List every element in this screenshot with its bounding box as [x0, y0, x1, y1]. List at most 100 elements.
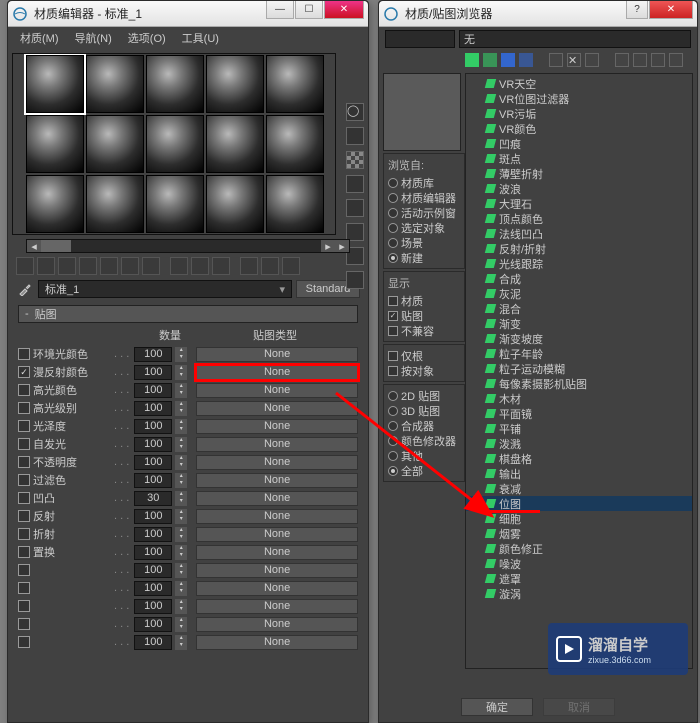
tree-node[interactable]: 漩涡 — [466, 586, 692, 601]
menu-navigation[interactable]: 导航(N) — [69, 28, 118, 48]
browse-from-radio[interactable] — [388, 208, 398, 218]
map-enable-checkbox[interactable] — [18, 366, 30, 378]
spinner-buttons[interactable]: ▴▾ — [175, 599, 187, 614]
map-amount-spinner[interactable]: 100 — [134, 599, 172, 614]
slot[interactable] — [86, 115, 144, 173]
slot[interactable] — [146, 175, 204, 233]
spinner-buttons[interactable]: ▴▾ — [175, 419, 187, 434]
map-enable-checkbox[interactable] — [18, 402, 30, 414]
lib-open-icon[interactable] — [615, 53, 629, 67]
tree-node[interactable]: 渐变坡度 — [466, 331, 692, 346]
map-slot-button[interactable]: None — [196, 563, 358, 578]
update-icon[interactable] — [549, 53, 563, 67]
slot[interactable] — [266, 175, 324, 233]
search-field[interactable]: 无 — [459, 30, 691, 48]
tree-node[interactable]: 顶点颜色 — [466, 211, 692, 226]
spinner-buttons[interactable]: ▴▾ — [175, 455, 187, 470]
show-result-icon[interactable] — [212, 257, 230, 275]
map-enable-checkbox[interactable] — [18, 564, 30, 576]
slot[interactable] — [206, 175, 264, 233]
root-checkbox[interactable] — [388, 351, 398, 361]
tree-node[interactable]: 凹痕 — [466, 136, 692, 151]
map-amount-spinner[interactable]: 30 — [134, 491, 172, 506]
slot[interactable] — [206, 55, 264, 113]
spinner-buttons[interactable]: ▴▾ — [175, 473, 187, 488]
map-slot-button[interactable]: None — [196, 545, 358, 560]
close-button[interactable]: ✕ — [649, 1, 693, 19]
spinner-buttons[interactable]: ▴▾ — [175, 509, 187, 524]
minimize-button[interactable]: — — [266, 1, 294, 19]
map-slot-button[interactable]: None — [196, 473, 358, 488]
menu-materials[interactable]: 材质(M) — [14, 28, 65, 48]
tree-node[interactable]: 混合 — [466, 301, 692, 316]
map-slot-button[interactable]: None — [196, 617, 358, 632]
make-unique-icon[interactable] — [121, 257, 139, 275]
view-list-icon[interactable] — [465, 53, 479, 67]
put-to-scene-icon[interactable] — [37, 257, 55, 275]
sample-type-icon[interactable]: ◯ — [346, 103, 364, 121]
map-amount-spinner[interactable]: 100 — [134, 419, 172, 434]
view-list2-icon[interactable] — [483, 53, 497, 67]
video-check-icon[interactable] — [346, 199, 364, 217]
tree-node[interactable]: 灰泥 — [466, 286, 692, 301]
lib-saveas-icon[interactable] — [669, 53, 683, 67]
maps-rollup-header[interactable]: 贴图 — [18, 305, 358, 323]
tree-node[interactable]: VR位图过滤器 — [466, 91, 692, 106]
map-enable-checkbox[interactable] — [18, 474, 30, 486]
spinner-buttons[interactable]: ▴▾ — [175, 635, 187, 650]
eyedropper-icon[interactable] — [16, 280, 34, 298]
map-slot-button[interactable]: None — [196, 365, 358, 380]
tree-node[interactable]: 反射/折射 — [466, 241, 692, 256]
spinner-buttons[interactable]: ▴▾ — [175, 347, 187, 362]
slot[interactable] — [26, 175, 84, 233]
tree-node[interactable]: 粒子年龄 — [466, 346, 692, 361]
browse-from-radio[interactable] — [388, 238, 398, 248]
root-checkbox[interactable] — [388, 366, 398, 376]
tree-node[interactable]: 薄壁折射 — [466, 166, 692, 181]
map-slot-button[interactable]: None — [196, 527, 358, 542]
map-enable-checkbox[interactable] — [18, 510, 30, 522]
map-amount-spinner[interactable]: 100 — [134, 365, 172, 380]
map-amount-spinner[interactable]: 100 — [134, 563, 172, 578]
tree-node[interactable]: 平面镜 — [466, 406, 692, 421]
browse-from-radio[interactable] — [388, 253, 398, 263]
map-amount-spinner[interactable]: 100 — [134, 455, 172, 470]
ok-button[interactable]: 确定 — [461, 698, 533, 716]
spinner-buttons[interactable]: ▴▾ — [175, 437, 187, 452]
go-forward-icon[interactable] — [261, 257, 279, 275]
map-slot-button[interactable]: None — [196, 455, 358, 470]
backlight-icon[interactable] — [346, 127, 364, 145]
filter-radio[interactable] — [388, 421, 398, 431]
tree-node[interactable]: 大理石 — [466, 196, 692, 211]
map-enable-checkbox[interactable] — [18, 456, 30, 468]
tree-node[interactable]: VR天空 — [466, 76, 692, 91]
tree-node[interactable]: 光线跟踪 — [466, 256, 692, 271]
tree-node[interactable]: 位图 — [466, 496, 692, 511]
tree-node[interactable]: 泼溅 — [466, 436, 692, 451]
slot[interactable] — [206, 115, 264, 173]
slot[interactable] — [266, 115, 324, 173]
spinner-buttons[interactable]: ▴▾ — [175, 491, 187, 506]
go-sibling-icon[interactable] — [282, 257, 300, 275]
reset-icon[interactable] — [79, 257, 97, 275]
map-slot-button[interactable]: None — [196, 401, 358, 416]
map-amount-spinner[interactable]: 100 — [134, 545, 172, 560]
material-name-select[interactable]: 标准_1 — [38, 280, 292, 298]
display-checkbox[interactable] — [388, 296, 398, 306]
material-id-icon[interactable] — [170, 257, 188, 275]
map-enable-checkbox[interactable] — [18, 636, 30, 648]
view-thumb-icon[interactable] — [501, 53, 515, 67]
map-enable-checkbox[interactable] — [18, 546, 30, 558]
slot[interactable] — [26, 55, 84, 113]
map-slot-button[interactable]: None — [196, 599, 358, 614]
slot[interactable] — [146, 55, 204, 113]
slot[interactable] — [86, 55, 144, 113]
spinner-buttons[interactable]: ▴▾ — [175, 401, 187, 416]
filter-radio[interactable] — [388, 451, 398, 461]
filter-radio[interactable] — [388, 436, 398, 446]
map-slot-button[interactable]: None — [196, 347, 358, 362]
tree-node[interactable]: 噪波 — [466, 556, 692, 571]
map-slot-button[interactable]: None — [196, 581, 358, 596]
help-button[interactable]: ? — [626, 1, 648, 19]
view-thumb2-icon[interactable] — [519, 53, 533, 67]
